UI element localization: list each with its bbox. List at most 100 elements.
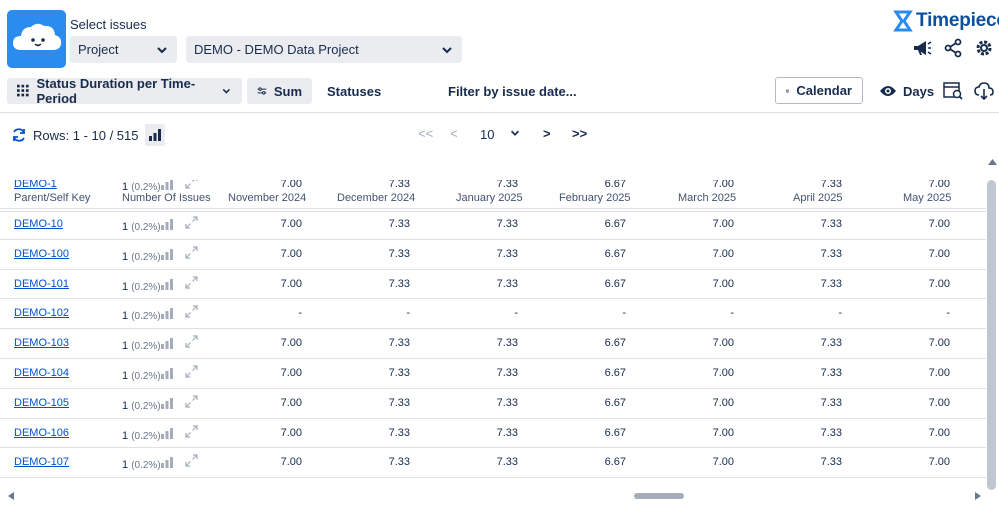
expand-icon[interactable] bbox=[185, 246, 198, 259]
bar-chart-icon[interactable] bbox=[161, 427, 173, 439]
chevron-down-icon bbox=[157, 46, 167, 53]
issue-key-link[interactable]: DEMO-100 bbox=[14, 248, 69, 260]
issue-count-percent: (0.2%) bbox=[131, 182, 161, 193]
issue-count-value: 1 bbox=[122, 310, 129, 323]
table-search-icon[interactable] bbox=[942, 80, 964, 102]
horizontal-scrollbar[interactable] bbox=[634, 493, 684, 499]
cloud-download-icon[interactable] bbox=[973, 80, 995, 102]
refresh-icon[interactable] bbox=[11, 127, 27, 143]
issue-key-link[interactable]: DEMO-107 bbox=[14, 456, 69, 468]
duration-cell: 7.33 bbox=[388, 396, 410, 409]
expand-icon[interactable] bbox=[185, 335, 198, 348]
expand-icon[interactable] bbox=[185, 275, 198, 289]
chart-toggle-button[interactable] bbox=[144, 124, 165, 146]
share-icon[interactable] bbox=[943, 38, 963, 58]
duration-cell: 7.33 bbox=[820, 277, 842, 290]
prev-page-button[interactable]: < bbox=[450, 126, 458, 141]
duration-cell: 7.33 bbox=[388, 426, 410, 439]
duration-cell: 7.00 bbox=[280, 277, 302, 290]
issue-key-link[interactable]: DEMO-102 bbox=[14, 307, 69, 319]
scroll-up-icon[interactable] bbox=[986, 155, 999, 169]
last-page-button[interactable]: >> bbox=[572, 126, 587, 141]
issue-count-value: 1 bbox=[122, 370, 129, 382]
issue-key-link[interactable]: DEMO-10 bbox=[14, 218, 63, 230]
duration-cell: 7.33 bbox=[820, 180, 842, 190]
issue-count: 1 (0.2%) bbox=[122, 181, 161, 193]
bar-chart-icon bbox=[148, 129, 161, 141]
duration-cell: - bbox=[838, 307, 842, 320]
duration-cell: 7.00 bbox=[712, 337, 734, 350]
issue-key-link[interactable]: DEMO-101 bbox=[14, 278, 69, 290]
project-select[interactable]: DEMO - DEMO Data Project bbox=[186, 36, 462, 63]
duration-cell: 7.00 bbox=[928, 396, 950, 409]
vertical-scrollbar[interactable] bbox=[987, 180, 996, 490]
scope-select[interactable]: Project bbox=[70, 36, 177, 63]
duration-cell: 7.00 bbox=[280, 247, 302, 260]
duration-cell: 7.33 bbox=[820, 218, 842, 230]
announcement-icon[interactable] bbox=[912, 38, 932, 58]
bar-chart-icon[interactable] bbox=[161, 248, 173, 260]
duration-cell: - bbox=[406, 307, 410, 320]
duration-cell: 7.33 bbox=[820, 426, 842, 439]
duration-cell: 7.33 bbox=[496, 456, 518, 469]
issue-key-link[interactable]: DEMO-103 bbox=[14, 337, 69, 349]
duration-cell: 6.67 bbox=[604, 337, 626, 350]
page-size-value[interactable]: 10 bbox=[480, 127, 494, 142]
duration-cell: 7.33 bbox=[388, 456, 410, 469]
bar-chart-icon[interactable] bbox=[161, 180, 173, 190]
duration-cell: - bbox=[514, 307, 518, 320]
report-type-select[interactable]: Status Duration per Time-Period bbox=[7, 76, 242, 106]
issue-key-link[interactable]: DEMO-105 bbox=[14, 397, 69, 409]
scroll-left-icon[interactable] bbox=[5, 490, 17, 502]
bar-chart-icon[interactable] bbox=[161, 397, 173, 409]
gear-icon[interactable] bbox=[974, 38, 994, 58]
issue-count-value: 1 bbox=[122, 250, 129, 263]
duration-cell: 7.00 bbox=[928, 180, 950, 190]
duration-cell: 7.00 bbox=[712, 426, 734, 439]
duration-cell: - bbox=[298, 307, 302, 320]
calendar-button[interactable]: Calendar bbox=[775, 77, 863, 104]
app-logo bbox=[7, 10, 66, 68]
duration-cell: 7.33 bbox=[388, 367, 410, 379]
time-unit-label: Days bbox=[903, 83, 935, 99]
bar-chart-icon[interactable] bbox=[161, 308, 173, 320]
expand-icon[interactable] bbox=[185, 424, 198, 438]
bar-chart-icon[interactable] bbox=[161, 368, 173, 379]
aggregation-label: Sum bbox=[273, 83, 302, 99]
bar-chart-icon[interactable] bbox=[161, 457, 173, 469]
duration-cell: 7.00 bbox=[280, 396, 302, 409]
expand-icon[interactable] bbox=[185, 305, 198, 318]
time-unit-button[interactable]: Days bbox=[879, 78, 934, 104]
issue-key-link[interactable]: DEMO-104 bbox=[14, 367, 69, 379]
issue-count-value: 1 bbox=[122, 429, 129, 442]
first-page-button[interactable]: << bbox=[418, 126, 433, 141]
bar-chart-icon[interactable] bbox=[161, 338, 173, 350]
duration-cell: 7.33 bbox=[496, 337, 518, 350]
page-size-select[interactable] bbox=[509, 127, 521, 142]
issue-count-percent: (0.2%) bbox=[131, 341, 161, 353]
issue-key-link[interactable]: DEMO-1 bbox=[14, 180, 57, 190]
table-row: DEMO-103 1 (0.2%) 7.00 7.33 7.33 6.67 7.00 7.33… bbox=[0, 329, 986, 359]
duration-cell: 7.00 bbox=[928, 337, 950, 350]
next-page-button[interactable]: > bbox=[543, 126, 551, 141]
issue-count: 1 (0.2%) bbox=[122, 459, 161, 471]
duration-cell: - bbox=[730, 307, 734, 320]
statuses-button[interactable]: Statuses bbox=[327, 78, 381, 104]
scroll-right-icon[interactable] bbox=[972, 490, 984, 502]
duration-cell: 7.33 bbox=[388, 218, 410, 230]
aggregation-button[interactable]: Sum bbox=[247, 78, 312, 104]
expand-icon[interactable] bbox=[185, 365, 198, 378]
filter-by-date-button[interactable]: Filter by issue date... bbox=[448, 78, 577, 104]
issue-count-percent: (0.2%) bbox=[131, 400, 161, 412]
issue-count: 1 (0.2%) bbox=[122, 430, 161, 442]
issue-count: 1 (0.2%) bbox=[122, 310, 161, 322]
bar-chart-icon[interactable] bbox=[161, 219, 173, 230]
bar-chart-icon[interactable] bbox=[161, 278, 173, 290]
issue-count-value: 1 bbox=[122, 221, 129, 233]
expand-icon[interactable] bbox=[185, 395, 198, 408]
expand-icon[interactable] bbox=[185, 216, 198, 229]
expand-icon[interactable] bbox=[185, 454, 198, 467]
expand-icon[interactable] bbox=[185, 180, 198, 189]
issue-key-link[interactable]: DEMO-106 bbox=[14, 427, 69, 439]
duration-cell: 7.00 bbox=[928, 277, 950, 290]
